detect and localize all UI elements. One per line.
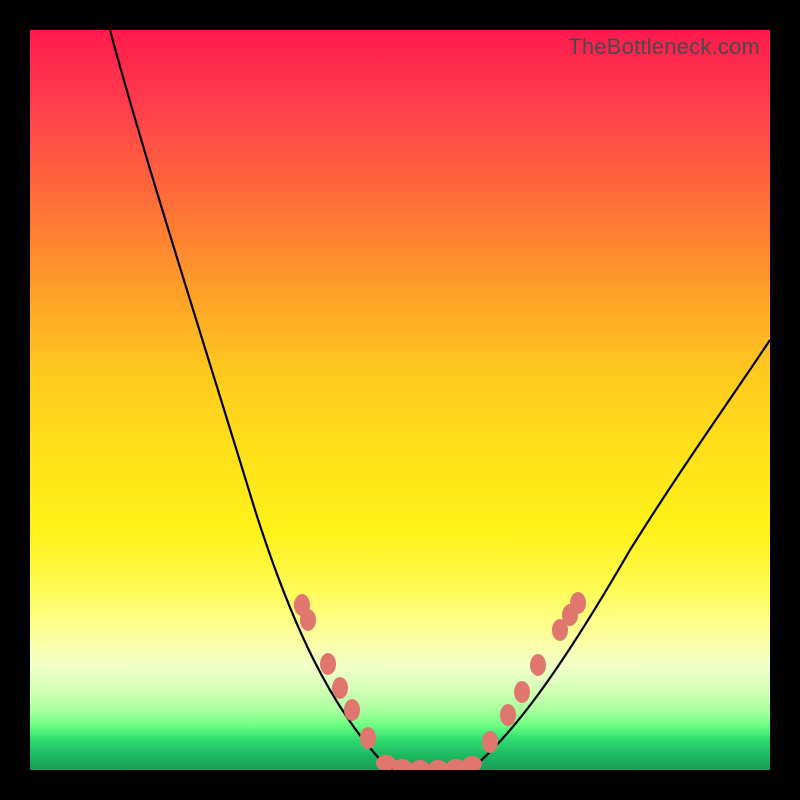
bead-icon (320, 653, 336, 675)
outer-frame: TheBottleneck.com (0, 0, 800, 800)
bead-icon (344, 699, 360, 721)
bead-icon (500, 704, 516, 726)
right-curve (470, 340, 770, 770)
bead-icon (514, 681, 530, 703)
left-curve (110, 30, 390, 770)
bead-icon (482, 731, 498, 753)
bead-icon (428, 760, 448, 770)
bead-icon (462, 756, 482, 770)
bead-icon (570, 592, 586, 614)
bead-icon (332, 677, 348, 699)
bead-icon (300, 609, 316, 631)
bead-icon (360, 727, 376, 749)
bead-icon (530, 654, 546, 676)
plot-area: TheBottleneck.com (30, 30, 770, 770)
curve-layer (30, 30, 770, 770)
bead-icon (410, 760, 430, 770)
